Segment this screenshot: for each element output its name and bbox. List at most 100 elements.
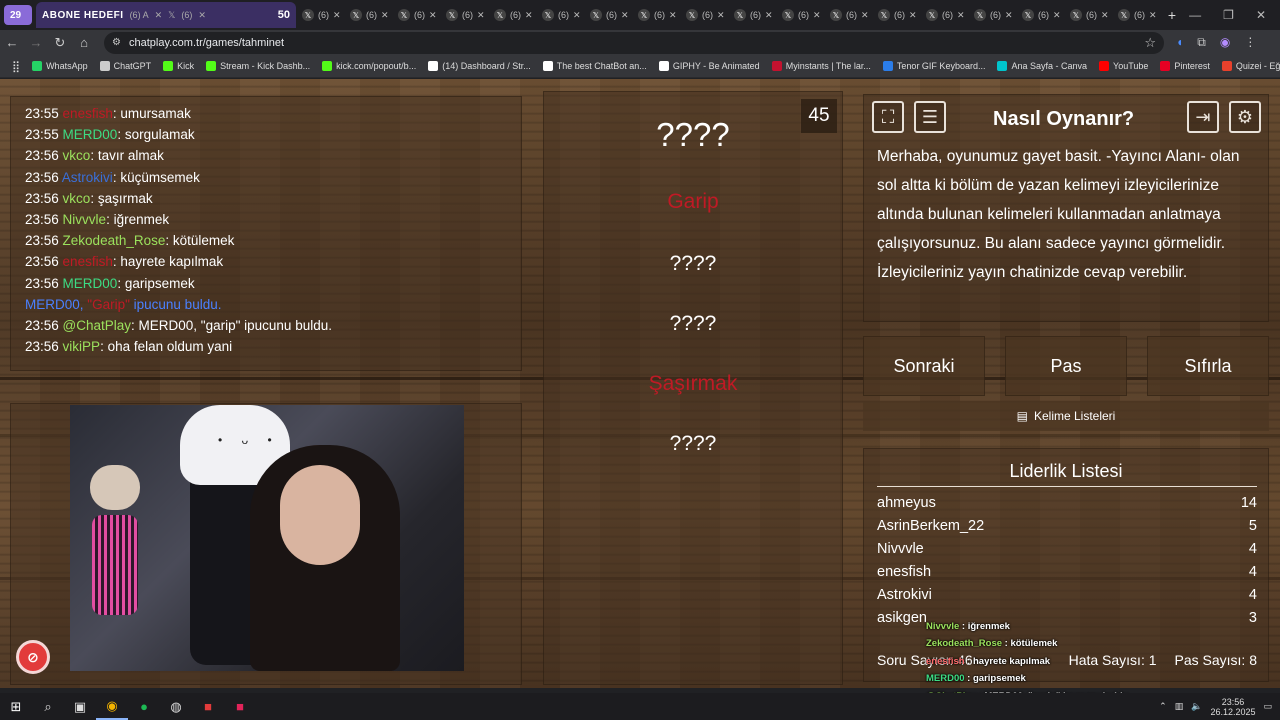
close-icon[interactable]: ✕ — [861, 10, 869, 21]
bookmark-item[interactable]: Ana Sayfa - Canva — [991, 61, 1093, 71]
word-lists-button[interactable]: ▤ Kelime Listeleri — [863, 401, 1269, 431]
close-icon[interactable]: ✕ — [477, 10, 485, 21]
search-icon[interactable]: ⌕ — [32, 693, 64, 720]
extensions-puzzle-icon[interactable]: ⧉ — [1197, 35, 1206, 50]
tray-chevron-icon[interactable]: ⌃ — [1159, 701, 1167, 712]
back-icon[interactable]: ← — [0, 35, 24, 50]
browser-tab[interactable]: 𝕏 (6) ✕ — [824, 2, 872, 28]
windows-start-icon[interactable]: ⊞ — [0, 693, 32, 720]
tab-active[interactable]: ABONE HEDEFI (6) A ✕ 𝕏 (6) ✕ 50 — [36, 2, 296, 28]
close-icon[interactable]: ✕ — [1101, 10, 1109, 21]
close-icon[interactable]: ✕ — [155, 10, 163, 21]
chat-username[interactable]: vkco — [63, 191, 91, 206]
close-icon[interactable]: ✕ — [717, 10, 725, 21]
bookmark-item[interactable]: Pinterest — [1154, 61, 1216, 71]
chat-username[interactable]: vkco — [63, 148, 91, 163]
minimize-icon[interactable]: — — [1189, 8, 1201, 22]
browser-tab[interactable]: 𝕏 (6) ✕ — [440, 2, 488, 28]
spotify-icon[interactable]: ● — [128, 693, 160, 720]
close-icon[interactable]: ✕ — [1005, 10, 1013, 21]
site-info-icon[interactable]: ⚙ — [112, 37, 121, 48]
close-icon[interactable]: ✕ — [909, 10, 917, 21]
pass-button[interactable]: Pas — [1005, 336, 1127, 396]
bookmark-item[interactable]: ChatGPT — [94, 61, 158, 71]
forward-icon[interactable]: → — [24, 35, 48, 50]
apps-grid-icon[interactable]: ⣿ — [6, 60, 26, 73]
bookmark-star-icon[interactable]: ☆ — [1144, 35, 1156, 51]
browser-tab[interactable]: 𝕏 (6) ✕ — [584, 2, 632, 28]
close-icon[interactable]: ✕ — [1053, 10, 1061, 21]
close-icon[interactable]: ✕ — [813, 10, 821, 21]
chat-username[interactable]: vikiPP — [63, 339, 101, 354]
bookmark-item[interactable]: Tenor GIF Keyboard... — [877, 61, 992, 71]
bookmark-item[interactable]: YouTube — [1093, 61, 1154, 71]
bookmark-item[interactable]: Stream - Kick Dashb... — [200, 61, 316, 71]
browser-tab[interactable]: 𝕏 (6) ✕ — [632, 2, 680, 28]
browser-tab[interactable]: 𝕏 (6) ✕ — [872, 2, 920, 28]
browser-tab[interactable]: 𝕏 (6) ✕ — [776, 2, 824, 28]
reset-button[interactable]: Sıfırla — [1147, 336, 1269, 396]
reload-icon[interactable]: ↻ — [48, 35, 72, 51]
close-icon[interactable]: ✕ — [957, 10, 965, 21]
browser-tab[interactable]: 𝕏 (6) ✕ — [1016, 2, 1064, 28]
chat-username[interactable]: MERD00 — [63, 276, 118, 291]
chat-username[interactable]: Astrokivi — [62, 170, 113, 185]
browser-tab[interactable]: 𝕏 (6) ✕ — [728, 2, 776, 28]
tab-group-counter[interactable]: 29 — [4, 5, 32, 25]
browser-tab[interactable]: 𝕏 (6) ✕ — [392, 2, 440, 28]
close-icon[interactable]: ✕ — [525, 10, 533, 21]
bookmark-item[interactable]: GIPHY - Be Animated — [653, 61, 766, 71]
close-icon[interactable]: ✕ — [381, 10, 389, 21]
browser-tab[interactable]: 𝕏 (6) ✕ — [968, 2, 1016, 28]
app-pink-icon[interactable]: ■ — [224, 693, 256, 720]
chat-username[interactable]: @ChatPlay — [63, 318, 131, 333]
menu-icon[interactable]: ⋮ — [1244, 35, 1256, 50]
obs-icon[interactable]: ◍ — [160, 693, 192, 720]
close-icon[interactable]: ✕ — [429, 10, 437, 21]
new-tab-button[interactable]: + — [1160, 7, 1184, 23]
record-button[interactable]: ⊘ — [16, 640, 50, 674]
bookmark-item[interactable]: Kick — [157, 61, 200, 71]
notes-icon[interactable]: ☰ — [914, 101, 946, 133]
browser-tab[interactable]: 𝕏 (6) ✕ — [1064, 2, 1112, 28]
url-field[interactable]: ⚙ chatplay.com.tr/games/tahminet ☆ — [104, 31, 1164, 54]
next-button[interactable]: Sonraki — [863, 336, 985, 396]
maximize-icon[interactable]: ❐ — [1223, 8, 1234, 22]
app-red-icon[interactable]: ■ — [192, 693, 224, 720]
chrome-icon[interactable]: ◉ — [96, 693, 128, 720]
chat-username[interactable]: enesfish — [63, 254, 113, 269]
bookmark-item[interactable]: Myinstants | The lar... — [766, 61, 877, 71]
close-icon[interactable]: ✕ — [573, 10, 581, 21]
bookmark-item[interactable]: WhatsApp — [26, 61, 94, 71]
browser-tab[interactable]: 𝕏 (6) ✕ — [488, 2, 536, 28]
chat-username[interactable]: MERD00 — [63, 127, 118, 142]
bookmark-item[interactable]: (14) Dashboard / Str... — [422, 61, 537, 71]
close-icon[interactable]: ✕ — [198, 10, 206, 21]
extension-icon[interactable]: ◖ — [1176, 35, 1183, 50]
bookmark-item[interactable]: The best ChatBot an... — [537, 61, 653, 71]
chat-username[interactable]: enesfish — [63, 106, 113, 121]
bookmark-item[interactable]: kick.com/popout/b... — [316, 61, 422, 71]
browser-tab[interactable]: 𝕏 (6) ✕ — [344, 2, 392, 28]
close-icon[interactable]: ✕ — [333, 10, 341, 21]
exit-icon[interactable]: ⇥ — [1187, 101, 1219, 133]
browser-tab[interactable]: 𝕏 (6) ✕ — [1112, 2, 1160, 28]
browser-tab[interactable]: 𝕏 (6) ✕ — [920, 2, 968, 28]
close-window-icon[interactable]: ✕ — [1256, 8, 1266, 22]
home-icon[interactable]: ⌂ — [72, 35, 96, 50]
notification-icon[interactable]: ▭ — [1263, 701, 1272, 712]
close-icon[interactable]: ✕ — [669, 10, 677, 21]
profile-avatar[interactable]: ◉ — [1220, 35, 1230, 50]
bookmark-item[interactable]: Quizei - Eğlenceli ve... — [1216, 61, 1280, 71]
volume-icon[interactable]: 🔈 — [1191, 701, 1202, 712]
browser-tab[interactable]: 𝕏 (6) ✕ — [296, 2, 344, 28]
clock[interactable]: 23:56 26.12.2025 — [1210, 697, 1255, 717]
close-icon[interactable]: ✕ — [1149, 10, 1157, 21]
chat-username[interactable]: Nivvvle — [63, 212, 107, 227]
fullscreen-icon[interactable]: ⛶ — [872, 101, 904, 133]
browser-tab[interactable]: 𝕏 (6) ✕ — [536, 2, 584, 28]
network-icon[interactable]: ▥ — [1175, 701, 1184, 712]
browser-tab[interactable]: 𝕏 (6) ✕ — [680, 2, 728, 28]
chat-username[interactable]: Zekodeath_Rose — [63, 233, 166, 248]
settings-gear-icon[interactable]: ⚙ — [1229, 101, 1261, 133]
